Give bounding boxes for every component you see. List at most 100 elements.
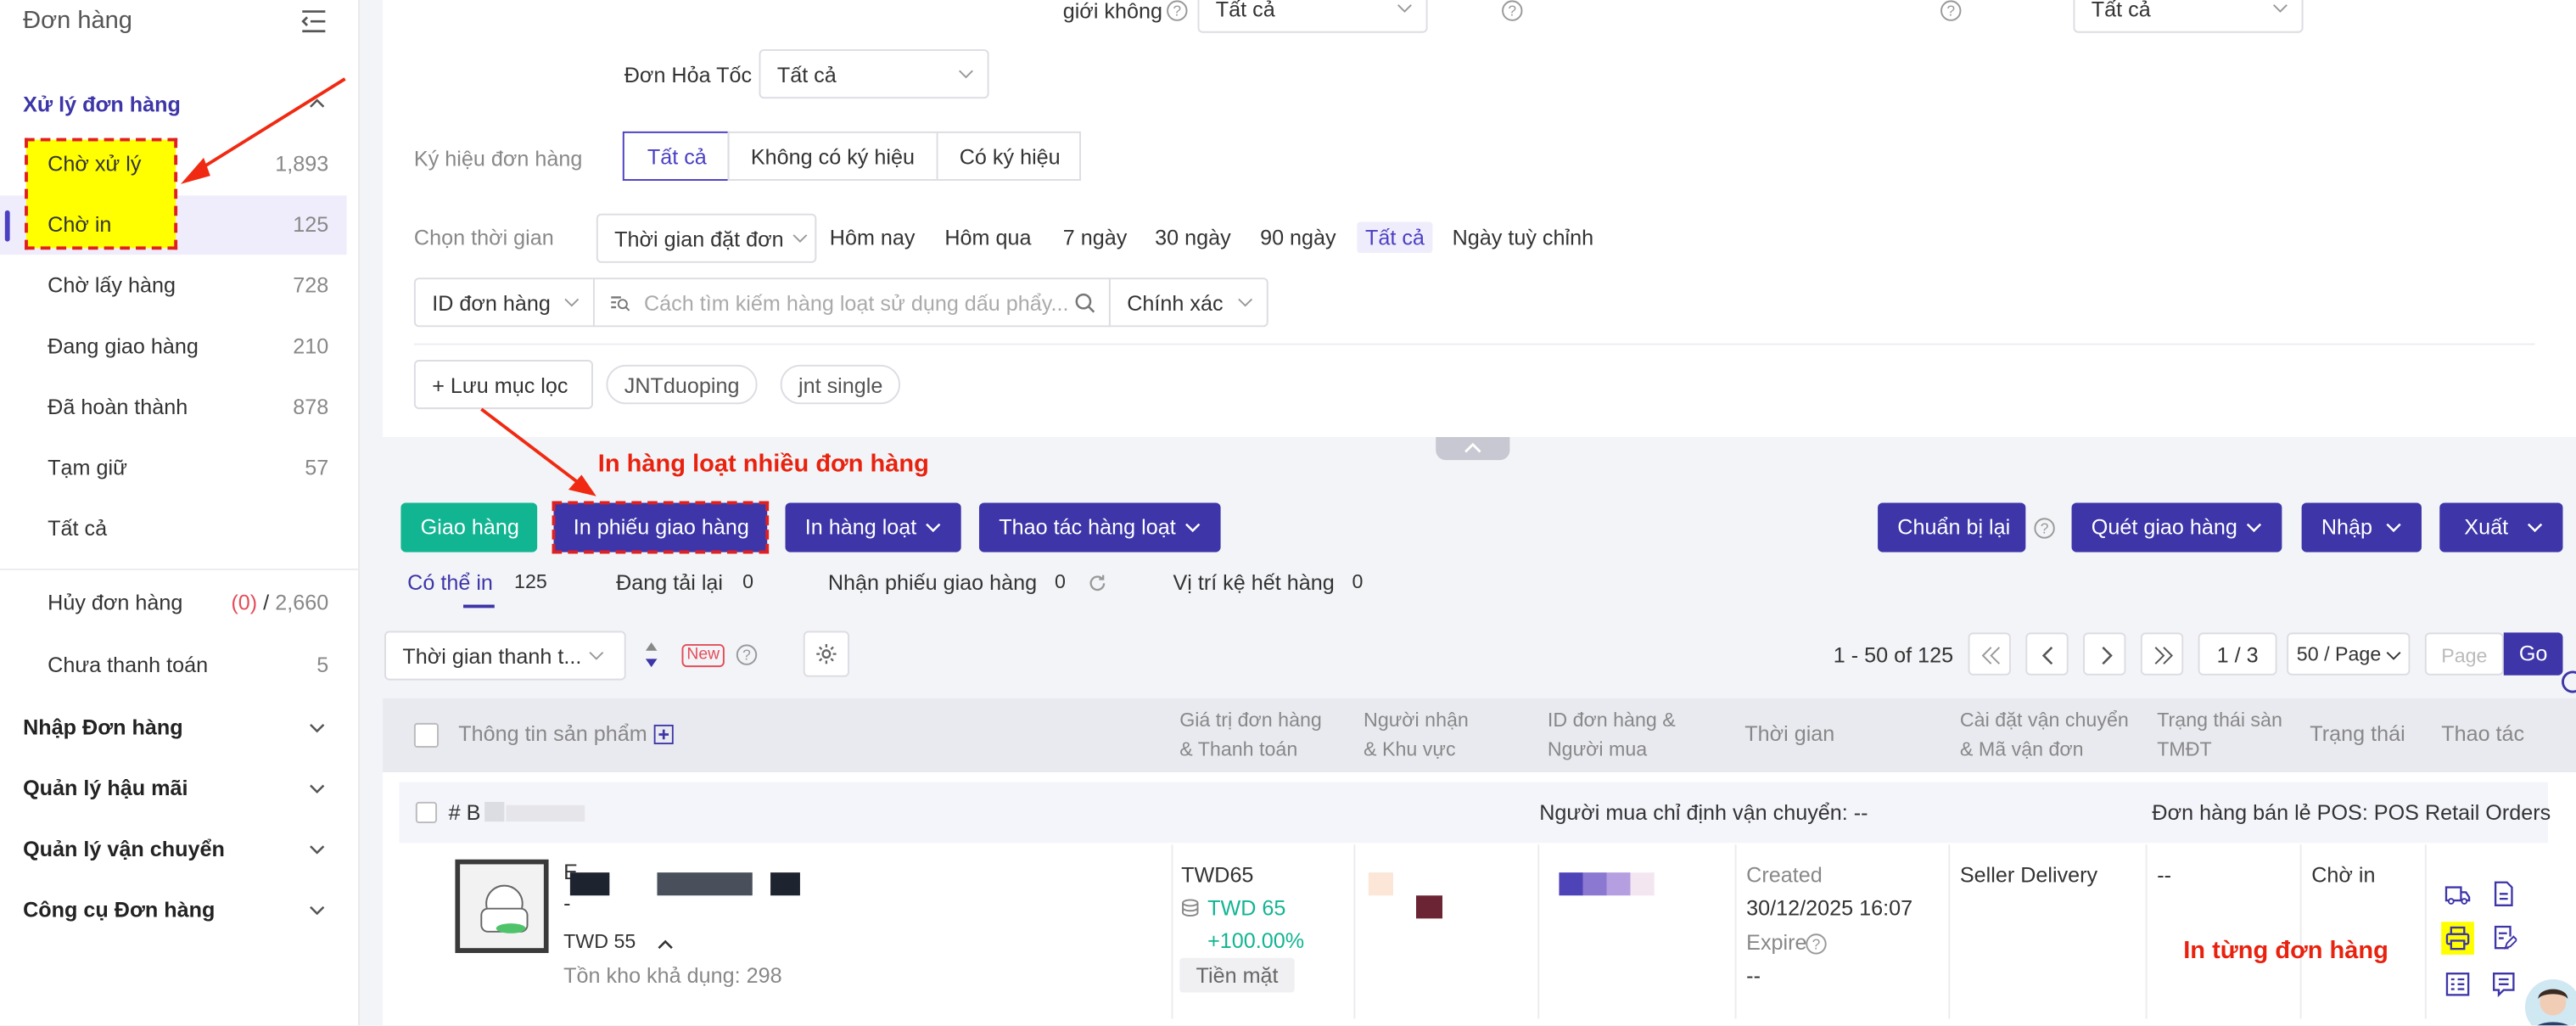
time-option-30days[interactable]: 30 ngày: [1155, 225, 1231, 249]
button-label: Giao hàng: [420, 514, 519, 540]
bulk-print-button[interactable]: In hàng loạt: [785, 502, 961, 552]
filter-select[interactable]: Tất cả: [2073, 0, 2304, 33]
pos-order-type: Đơn hàng bán lẻ POS: POS Retail Orders: [2152, 799, 2551, 825]
help-icon[interactable]: ?: [1167, 0, 1188, 21]
express-select[interactable]: Tất cả: [759, 49, 989, 99]
ship-button[interactable]: Giao hàng: [400, 502, 538, 552]
bulk-action-button[interactable]: Thao tác hàng loạt: [978, 502, 1221, 552]
pager-range: 1 - 50 of 125: [1833, 642, 1954, 668]
export-button[interactable]: Xuất: [2439, 502, 2563, 552]
chevron-down-icon[interactable]: [309, 902, 325, 918]
save-filter-button[interactable]: + Lưu mục lọc: [413, 360, 593, 410]
import-button[interactable]: Nhập: [2301, 502, 2422, 552]
last-page-button[interactable]: [2140, 632, 2184, 676]
svg-text:?: ?: [2041, 519, 2049, 536]
help-icon[interactable]: ?: [736, 644, 758, 665]
saved-filter-tag[interactable]: JNTduoping: [606, 364, 758, 405]
collapse-menu-icon[interactable]: [300, 10, 327, 33]
sidebar-group-after-sales[interactable]: Quản lý hậu mãi: [23, 776, 188, 800]
order-checkbox[interactable]: [415, 801, 438, 824]
time-option-yesterday[interactable]: Hôm qua: [944, 225, 1031, 249]
time-type-select[interactable]: Thời gian đặt đơn: [596, 213, 817, 263]
coins-icon: [1182, 899, 1199, 917]
scan-ship-button[interactable]: Quét giao hàng: [2071, 502, 2282, 552]
id-type-select[interactable]: ID đơn hàng: [413, 278, 595, 328]
prev-page-button[interactable]: [2025, 632, 2069, 676]
search-icon[interactable]: [1074, 293, 1095, 314]
sidebar-item-awaiting-pickup[interactable]: Chờ lấy hàng 728: [0, 256, 347, 316]
help-icon[interactable]: ?: [2034, 518, 2055, 539]
select-all-checkbox[interactable]: [413, 722, 439, 748]
time-option-all[interactable]: Tất cả: [1357, 221, 1433, 254]
tab-reloading[interactable]: Đang tải lại: [616, 570, 723, 595]
sort-order-icon[interactable]: [644, 642, 658, 668]
sidebar-group-order-tools[interactable]: Công cụ Đơn hàng: [23, 897, 215, 922]
sidebar-item-completed[interactable]: Đã hoàn thành 878: [0, 378, 347, 437]
chevron-up-icon[interactable]: [657, 939, 673, 950]
order-number[interactable]: # B: [449, 800, 481, 825]
per-page-select[interactable]: 50 / Page: [2287, 632, 2411, 676]
first-page-button[interactable]: [1968, 632, 2011, 676]
symbol-option-none[interactable]: Không có ký hiệu: [727, 131, 938, 181]
select-value: Tất cả: [776, 62, 837, 87]
scroll-indicator-icon: [2562, 670, 2576, 693]
sidebar-item-unpaid[interactable]: Chưa thanh toán 5: [0, 636, 347, 695]
tab-printable[interactable]: Có thể in: [407, 570, 493, 595]
sidebar-item-cancelled[interactable]: Hủy đơn hàng (0) / 2,660: [0, 574, 347, 633]
sidebar-item-label: Chờ in: [48, 211, 112, 237]
redacted-block: [1559, 872, 1655, 896]
printer-icon[interactable]: [2444, 925, 2471, 951]
help-icon[interactable]: ?: [1806, 933, 1827, 955]
chevron-down-icon[interactable]: [309, 720, 325, 736]
sidebar-item-label: Tạm giữ: [48, 455, 127, 480]
header-action: Thao tác: [2441, 720, 2525, 747]
filter-select[interactable]: Tất cả: [1197, 0, 1428, 33]
time-option-7days[interactable]: 7 ngày: [1063, 225, 1128, 249]
expand-all-icon[interactable]: [653, 724, 674, 745]
edit-document-icon[interactable]: [2490, 925, 2517, 951]
chevron-right-icon: [2102, 646, 2113, 665]
barcode-icon[interactable]: [2444, 971, 2471, 997]
page-indicator[interactable]: 1 / 3: [2198, 632, 2277, 676]
redacted-block: [506, 805, 585, 822]
search-input[interactable]: Cách tìm kiếm hàng loạt sử dụng dấu phẩy…: [592, 278, 1111, 328]
column-divider: [1171, 844, 1173, 1019]
chevron-down-icon[interactable]: [309, 841, 325, 857]
tab-shelf-out-of-stock[interactable]: Vị trí kệ hết hàng: [1173, 570, 1334, 595]
next-page-button[interactable]: [2083, 632, 2126, 676]
truck-icon[interactable]: [2444, 881, 2471, 907]
help-icon[interactable]: ?: [1940, 0, 1962, 21]
saved-filter-tag[interactable]: jnt single: [780, 364, 901, 405]
time-option-custom[interactable]: Ngày tuỳ chỉnh: [1453, 225, 1594, 249]
avatar[interactable]: [2522, 976, 2576, 1026]
redacted-block: [770, 872, 800, 896]
sidebar-group-order-processing[interactable]: Xử lý đơn hàng: [23, 92, 181, 116]
page-jump-input[interactable]: Page: [2424, 632, 2504, 676]
prepare-again-button[interactable]: Chuẩn bị lại: [1878, 502, 2026, 552]
chevron-down-icon: [564, 298, 580, 307]
chevron-down-icon[interactable]: [309, 781, 325, 797]
document-icon[interactable]: [2490, 881, 2517, 907]
note-icon[interactable]: [2490, 971, 2517, 998]
sidebar-item-all[interactable]: Tất cả: [0, 500, 347, 559]
sidebar-item-on-hold[interactable]: Tạm giữ 57: [0, 439, 347, 498]
annotation-bulk-print: In hàng loạt nhiều đơn hàng: [597, 450, 929, 479]
refresh-icon[interactable]: [1088, 574, 1107, 593]
collapse-filter-handle[interactable]: [1436, 437, 1510, 461]
sidebar-group-shipping-mgmt[interactable]: Quản lý vận chuyển: [23, 837, 225, 861]
sidebar-item-label: Chờ xử lý: [48, 151, 142, 177]
sort-select[interactable]: Thời gian thanh t...: [384, 631, 626, 681]
symbol-option-has[interactable]: Có ký hiệu: [936, 131, 1082, 181]
tab-receive-slip[interactable]: Nhận phiếu giao hàng: [828, 570, 1037, 595]
symbol-option-all[interactable]: Tất cả: [622, 131, 730, 181]
sidebar-item-shipping[interactable]: Đang giao hàng 210: [0, 317, 347, 377]
match-select[interactable]: Chính xác: [1108, 278, 1268, 328]
time-option-today[interactable]: Hôm nay: [830, 225, 916, 249]
chevron-up-icon[interactable]: [309, 95, 325, 111]
redacted-block: [569, 872, 610, 896]
settings-button[interactable]: [803, 631, 850, 677]
time-option-90days[interactable]: 90 ngày: [1260, 225, 1336, 249]
sidebar-group-import[interactable]: Nhập Đơn hàng: [23, 715, 183, 739]
available-stock: Tồn kho khả dụng: 298: [563, 962, 782, 988]
help-icon[interactable]: ?: [1502, 0, 1523, 21]
